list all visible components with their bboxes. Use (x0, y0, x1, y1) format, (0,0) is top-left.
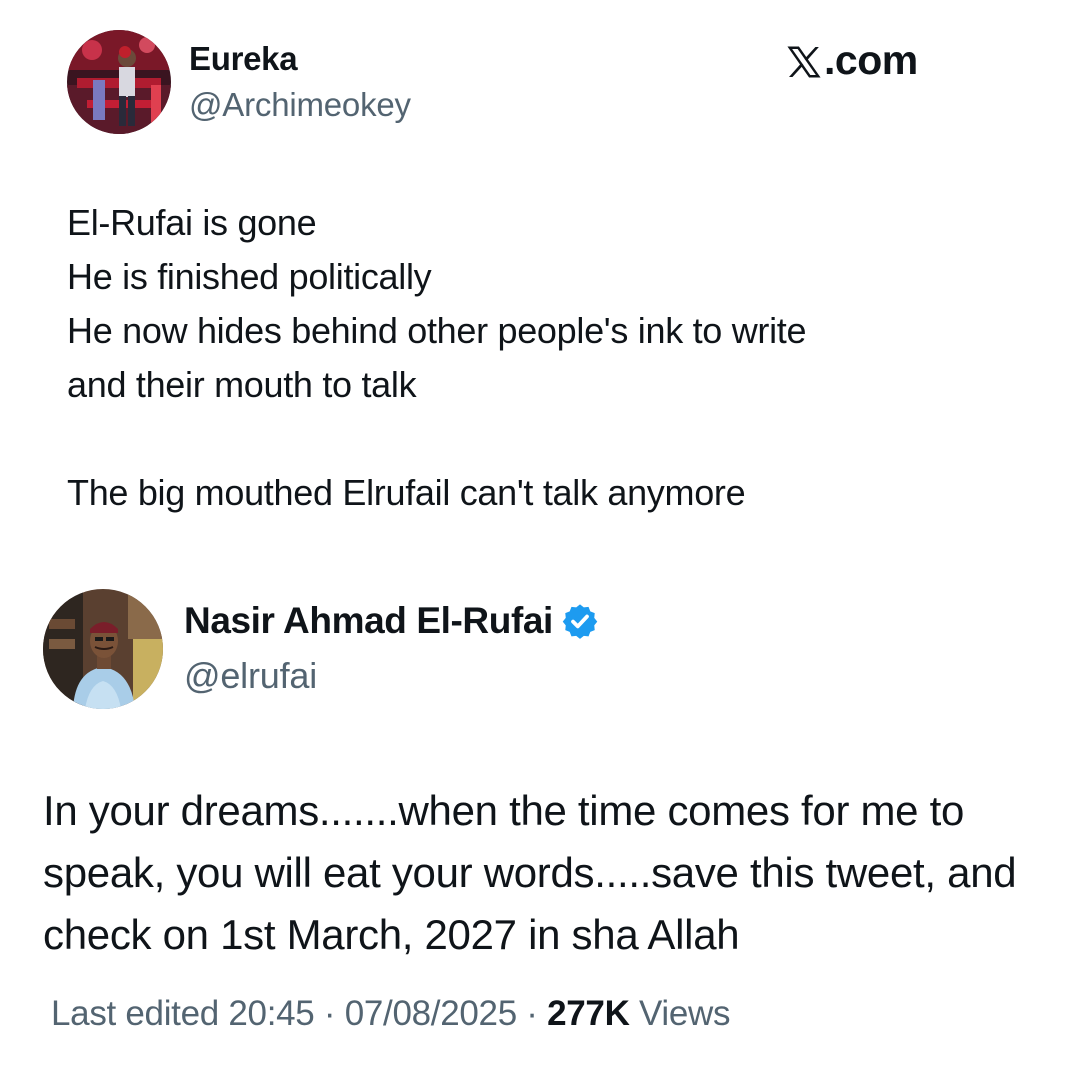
brand-domain-label: .com (824, 37, 918, 83)
main-user-handle[interactable]: @elrufai (184, 655, 317, 697)
quoted-user-display-name[interactable]: Eureka (189, 40, 298, 78)
edited-label[interactable]: Last edited (51, 994, 219, 1034)
tweet-time[interactable]: 20:45 (228, 994, 314, 1034)
quoted-tweet-text: El-Rufai is gone He is finished politica… (67, 202, 807, 513)
x-brand-logo[interactable]: .com (786, 37, 918, 84)
views-label: Views (629, 994, 731, 1033)
main-user-avatar[interactable] (43, 589, 163, 709)
meta-separator: · (314, 994, 345, 1033)
main-tweet-text: In your dreams.......when the time comes… (43, 787, 1017, 958)
main-user-display-name[interactable]: Nasir Ahmad El-Rufai (184, 600, 553, 642)
quoted-user-handle[interactable]: @Archimeokey (189, 86, 411, 124)
meta-separator: · (516, 994, 548, 1033)
x-logo-icon (786, 43, 822, 79)
main-user-name-row[interactable]: Nasir Ahmad El-Rufai (184, 600, 599, 642)
views-count[interactable]: 277K (547, 994, 630, 1034)
quoted-user-avatar[interactable] (67, 30, 171, 134)
tweet-date[interactable]: 07/08/2025 (345, 994, 517, 1034)
tweet-metadata: Last edited 20:45 · 07/08/2025 · 277K Vi… (51, 994, 731, 1034)
verified-badge-icon (561, 602, 599, 640)
